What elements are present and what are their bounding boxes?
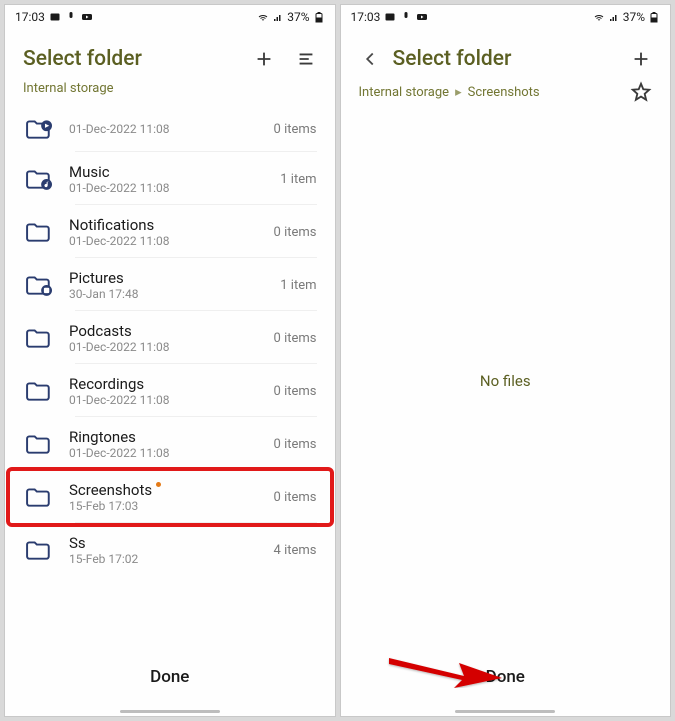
folder-name: Pictures [69, 269, 266, 287]
folder-info: Ringtones01-Dec-2022 11:08 [69, 428, 260, 460]
page-title: Select folder [23, 47, 241, 71]
folder-name: Recordings [69, 375, 260, 393]
battery-icon [648, 11, 660, 23]
folder-date: 01-Dec-2022 11:08 [69, 446, 260, 460]
folder-list: 01-Dec-2022 11:080 itemsMusic01-Dec-2022… [5, 106, 335, 648]
folder-name: Ss [69, 534, 260, 552]
breadcrumb-current: Screenshots [468, 85, 540, 100]
folder-info: Music01-Dec-2022 11:08 [69, 163, 266, 195]
folder-name: Podcasts [69, 322, 260, 340]
folder-icon [23, 116, 55, 142]
status-bar: 17:03 37% [341, 5, 671, 29]
folder-name: Music [69, 163, 266, 181]
mic-icon [65, 11, 77, 23]
folder-icon [23, 219, 55, 245]
folder-name: Ringtones [69, 428, 260, 446]
folder-row[interactable]: Recordings01-Dec-2022 11:08 0 items [5, 365, 335, 418]
breadcrumb[interactable]: Internal storage ▸ Screenshots [341, 81, 671, 113]
youtube-icon [81, 11, 93, 23]
back-icon[interactable] [359, 48, 381, 70]
battery-icon [313, 11, 325, 23]
clock: 17:03 [351, 10, 381, 24]
folder-row[interactable]: Pictures30-Jan 17:48 1 item [5, 259, 335, 312]
folder-info: Screenshots15-Feb 17:03 [69, 481, 260, 513]
folder-date: 01-Dec-2022 11:08 [69, 393, 260, 407]
folder-info: Notifications01-Dec-2022 11:08 [69, 216, 260, 248]
item-count: 0 items [274, 331, 317, 346]
folder-date: 01-Dec-2022 11:08 [69, 340, 260, 354]
folder-info: Podcasts01-Dec-2022 11:08 [69, 322, 260, 354]
folder-row[interactable]: Notifications01-Dec-2022 11:08 0 items [5, 206, 335, 259]
folder-icon [23, 166, 55, 192]
folder-icon [23, 325, 55, 351]
battery-text: 37% [623, 10, 645, 24]
folder-row[interactable]: Podcasts01-Dec-2022 11:08 0 items [5, 312, 335, 365]
signal-icon [272, 11, 284, 23]
folder-info: Ss15-Feb 17:02 [69, 534, 260, 566]
folder-date: 01-Dec-2022 11:08 [69, 122, 260, 136]
item-count: 4 items [274, 543, 317, 558]
folder-icon [23, 484, 55, 510]
page-title: Select folder [393, 47, 619, 71]
folder-row[interactable]: Ss15-Feb 17:02 4 items [5, 524, 335, 577]
wifi-icon [593, 11, 605, 23]
add-folder-icon[interactable] [630, 48, 652, 70]
folder-icon [23, 537, 55, 563]
chevron-right-icon: ▸ [455, 85, 462, 100]
item-count: 0 items [274, 122, 317, 137]
folder-info: Recordings01-Dec-2022 11:08 [69, 375, 260, 407]
item-count: 1 item [280, 278, 316, 293]
folder-date: 01-Dec-2022 11:08 [69, 234, 260, 248]
folder-date: 30-Jan 17:48 [69, 287, 266, 301]
battery-text: 37% [287, 10, 309, 24]
youtube-icon [416, 11, 428, 23]
image-icon [384, 11, 396, 23]
folder-row[interactable]: Screenshots15-Feb 17:03 0 items [5, 471, 335, 524]
add-folder-icon[interactable] [253, 48, 275, 70]
screen-folder-list: 17:03 37% Select folder Internal storage… [4, 4, 336, 717]
screen-folder-empty: 17:03 37% Select folder Internal storage… [340, 4, 672, 717]
item-count: 0 items [274, 384, 317, 399]
folder-icon [23, 378, 55, 404]
item-count: 0 items [274, 225, 317, 240]
sort-icon[interactable] [295, 48, 317, 70]
folder-name: Notifications [69, 216, 260, 234]
folder-info: Pictures30-Jan 17:48 [69, 269, 266, 301]
done-button[interactable]: Done [341, 648, 671, 706]
folder-icon [23, 431, 55, 457]
new-indicator-icon [156, 482, 161, 487]
clock: 17:03 [15, 10, 45, 24]
signal-icon [608, 11, 620, 23]
folder-date: 15-Feb 17:03 [69, 499, 260, 513]
folder-name: Screenshots [69, 481, 260, 499]
item-count: 0 items [274, 437, 317, 452]
mic-icon [400, 11, 412, 23]
star-icon[interactable] [630, 81, 652, 103]
breadcrumb-root[interactable]: Internal storage [359, 85, 450, 100]
done-button[interactable]: Done [5, 648, 335, 706]
item-count: 0 items [274, 490, 317, 505]
nav-bar[interactable] [341, 706, 671, 716]
status-bar: 17:03 37% [5, 5, 335, 29]
folder-row[interactable]: Music01-Dec-2022 11:08 1 item [5, 153, 335, 206]
breadcrumb[interactable]: Internal storage [5, 81, 335, 106]
nav-bar[interactable] [5, 706, 335, 716]
folder-row[interactable]: Ringtones01-Dec-2022 11:08 0 items [5, 418, 335, 471]
image-icon [49, 11, 61, 23]
empty-state: No files [341, 113, 671, 648]
header: Select folder [5, 29, 335, 81]
breadcrumb-root[interactable]: Internal storage [23, 81, 114, 96]
item-count: 1 item [280, 172, 316, 187]
folder-row[interactable]: 01-Dec-2022 11:08 0 items [5, 106, 335, 153]
header: Select folder [341, 29, 671, 81]
folder-date: 15-Feb 17:02 [69, 552, 260, 566]
folder-info: 01-Dec-2022 11:08 [69, 122, 260, 136]
wifi-icon [257, 11, 269, 23]
folder-icon [23, 272, 55, 298]
folder-date: 01-Dec-2022 11:08 [69, 181, 266, 195]
